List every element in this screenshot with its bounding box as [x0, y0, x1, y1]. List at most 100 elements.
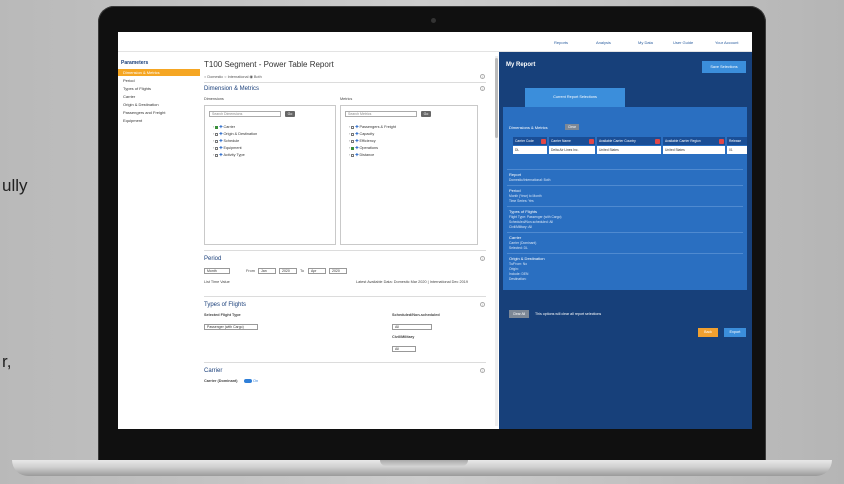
tree-item-efficiency[interactable]: › ✚Efficiency — [349, 138, 376, 144]
main-scroll-thumb[interactable] — [495, 58, 498, 138]
summary-line: Include: DEN — [509, 272, 529, 276]
my-report-panel: My Report Save Selections Current Report… — [499, 52, 752, 429]
tree-item-distance[interactable]: › ✚Distance — [349, 152, 374, 158]
sidebar-item-origin-destination[interactable]: Origin & Destination — [121, 101, 199, 108]
period-title: Period — [204, 256, 222, 262]
left-edge-text-1: ully — [2, 176, 28, 195]
to-month-select[interactable]: Apr — [308, 268, 326, 274]
sidebar-item-passengers-freight[interactable]: Passengers and Freight — [121, 109, 199, 116]
dimension-metrics-title: Dimension & Metrics — [204, 86, 260, 92]
tree-item-origin-destination[interactable]: › ✚Origin & Destination — [213, 131, 257, 137]
sidebar-item-carrier[interactable]: Carrier — [121, 93, 199, 100]
sidebar-title: Parameters — [121, 60, 149, 66]
remove-icon[interactable] — [719, 138, 724, 144]
tree-item-passengers-freight[interactable]: › ✚Passengers & Freight — [349, 124, 396, 130]
civil-military-label: Civil/Military — [392, 335, 415, 339]
th-carrier-country: Available Carrier Country — [597, 137, 661, 145]
tree-item-operations[interactable]: › ✚Operations — [349, 145, 378, 151]
sidebar-item-dimension-metrics[interactable]: Dimension & Metrics — [118, 69, 200, 76]
page-title: T100 Segment - Power Table Report — [204, 60, 334, 69]
nav-your-account[interactable]: Your Account — [715, 40, 738, 45]
table-cell: DL — [513, 146, 547, 154]
summary-line: Origin: — [509, 267, 519, 271]
flight-type-select[interactable]: Passenger (with Cargo) — [204, 324, 258, 330]
sidebar-item-equipment[interactable]: Equipment — [121, 117, 199, 124]
summary-line: Scheduled/Non-scheduled: All — [509, 220, 553, 224]
summary-carrier-title: Carrier — [509, 235, 522, 240]
carrier-dominant-toggle[interactable] — [244, 379, 252, 383]
summary-line: Carrier (Dominant) — [509, 241, 537, 245]
sidebar-item-period[interactable]: Period — [121, 77, 199, 84]
metrics-go-button[interactable]: Go — [421, 111, 431, 117]
period-granularity-select[interactable]: Month — [204, 268, 230, 274]
carrier-toggle-state: On — [253, 379, 259, 383]
remove-icon[interactable] — [589, 138, 594, 144]
summary-line: Flight Type: Passenger (with Cargo) — [509, 215, 562, 219]
save-selections-button[interactable]: Save Selections — [702, 61, 746, 73]
current-selections-tab[interactable]: Current Report Selections — [525, 88, 625, 107]
sidebar-item-types-of-flights[interactable]: Types of Flights — [121, 85, 199, 92]
list-time-value-checkbox[interactable]: List Time Value — [204, 280, 230, 284]
laptop-notch — [380, 460, 468, 466]
latest-available-data: Latest Available Data: Domestic Mar 2020… — [356, 280, 468, 284]
info-icon[interactable]: i — [480, 86, 485, 91]
info-icon[interactable]: i — [480, 368, 485, 373]
summary-line: Selected: DL — [509, 246, 528, 250]
my-report-title: My Report — [506, 62, 536, 68]
metrics-label: Metrics — [340, 97, 353, 101]
tree-item-capacity[interactable]: › ✚Capacity — [349, 131, 374, 137]
tree-item-schedule[interactable]: › ✚Schedule — [213, 138, 239, 144]
th-carrier-name: Carrier Name — [549, 137, 595, 145]
parameters-sidebar: Parameters Dimension & Metrics Period Ty… — [118, 52, 200, 429]
back-button[interactable]: Back — [698, 328, 718, 337]
civil-military-select[interactable]: All — [392, 346, 416, 352]
dimensions-label: Dimensions — [204, 97, 224, 101]
info-icon[interactable]: i — [480, 302, 485, 307]
to-year-select[interactable]: 2020 — [329, 268, 347, 274]
metrics-tree: Search Metrics Go › ✚Passengers & Freight… — [340, 105, 478, 245]
summary-line: Time Series: Yes — [509, 199, 534, 203]
app-screen: Reports Analysis My Data User Guide Your… — [118, 32, 752, 429]
nav-analysis[interactable]: Analysis — [596, 40, 611, 45]
nav-reports[interactable]: Reports — [554, 40, 568, 45]
clear-all-button[interactable]: Clear All — [509, 310, 529, 318]
info-icon[interactable]: i — [480, 256, 485, 261]
clear-dm-button[interactable]: Clear — [565, 124, 579, 130]
table-cell: United States — [663, 146, 725, 154]
top-navigation: Reports Analysis My Data User Guide Your… — [118, 32, 752, 52]
search-dimensions-input[interactable]: Search Dimensions — [209, 111, 281, 117]
summary-period-title: Period — [509, 188, 521, 193]
th-release: Release — [727, 137, 747, 145]
from-year-select[interactable]: 2020 — [279, 268, 297, 274]
report-builder: T100 Segment - Power Table Report ○ Dome… — [200, 52, 492, 429]
tree-item-equipment[interactable]: › ✚Equipment — [213, 145, 242, 151]
th-carrier-region: Available Carrier Region — [663, 137, 725, 145]
th-carrier-code: Carrier Code — [513, 137, 547, 145]
tree-item-carrier[interactable]: › ✚Carrier — [213, 124, 235, 130]
left-edge-text-2: r, — [2, 352, 12, 371]
nav-my-data[interactable]: My Data — [638, 40, 653, 45]
scheduled-select[interactable]: All — [392, 324, 432, 330]
table-cell: Delta Air Lines Inc. — [549, 146, 595, 154]
from-label: From — [246, 269, 255, 273]
table-cell: 01 — [727, 146, 747, 154]
domestic-international-radio[interactable]: ○ Domestic ○ International ◉ Both — [204, 74, 262, 79]
remove-icon[interactable] — [655, 138, 660, 144]
remove-icon[interactable] — [541, 138, 546, 144]
dimensions-go-button[interactable]: Go — [285, 111, 295, 117]
summary-report-title: Report — [509, 172, 522, 177]
nav-user-guide[interactable]: User Guide — [673, 40, 693, 45]
scheduled-label: Scheduled/Non-scheduled — [392, 313, 440, 317]
search-metrics-input[interactable]: Search Metrics — [345, 111, 417, 117]
export-button[interactable]: Export — [724, 328, 746, 337]
from-month-select[interactable]: Jan — [258, 268, 276, 274]
clear-all-hint: This options will clear all report selec… — [535, 312, 602, 316]
selected-flight-type-label: Selected Flight Type — [204, 313, 241, 317]
info-icon[interactable]: i — [480, 74, 485, 79]
carrier-dominant-label: Carrier (Dominant) — [204, 379, 238, 383]
tree-item-activity-type[interactable]: › ✚Activity Type — [213, 152, 245, 158]
summary-line: Destination: — [509, 277, 527, 281]
dimensions-tree: Search Dimensions Go › ✚Carrier › ✚Origin … — [204, 105, 336, 245]
to-label: To — [300, 269, 305, 273]
report-dm-label: Dimensions & Metrics — [509, 125, 548, 130]
